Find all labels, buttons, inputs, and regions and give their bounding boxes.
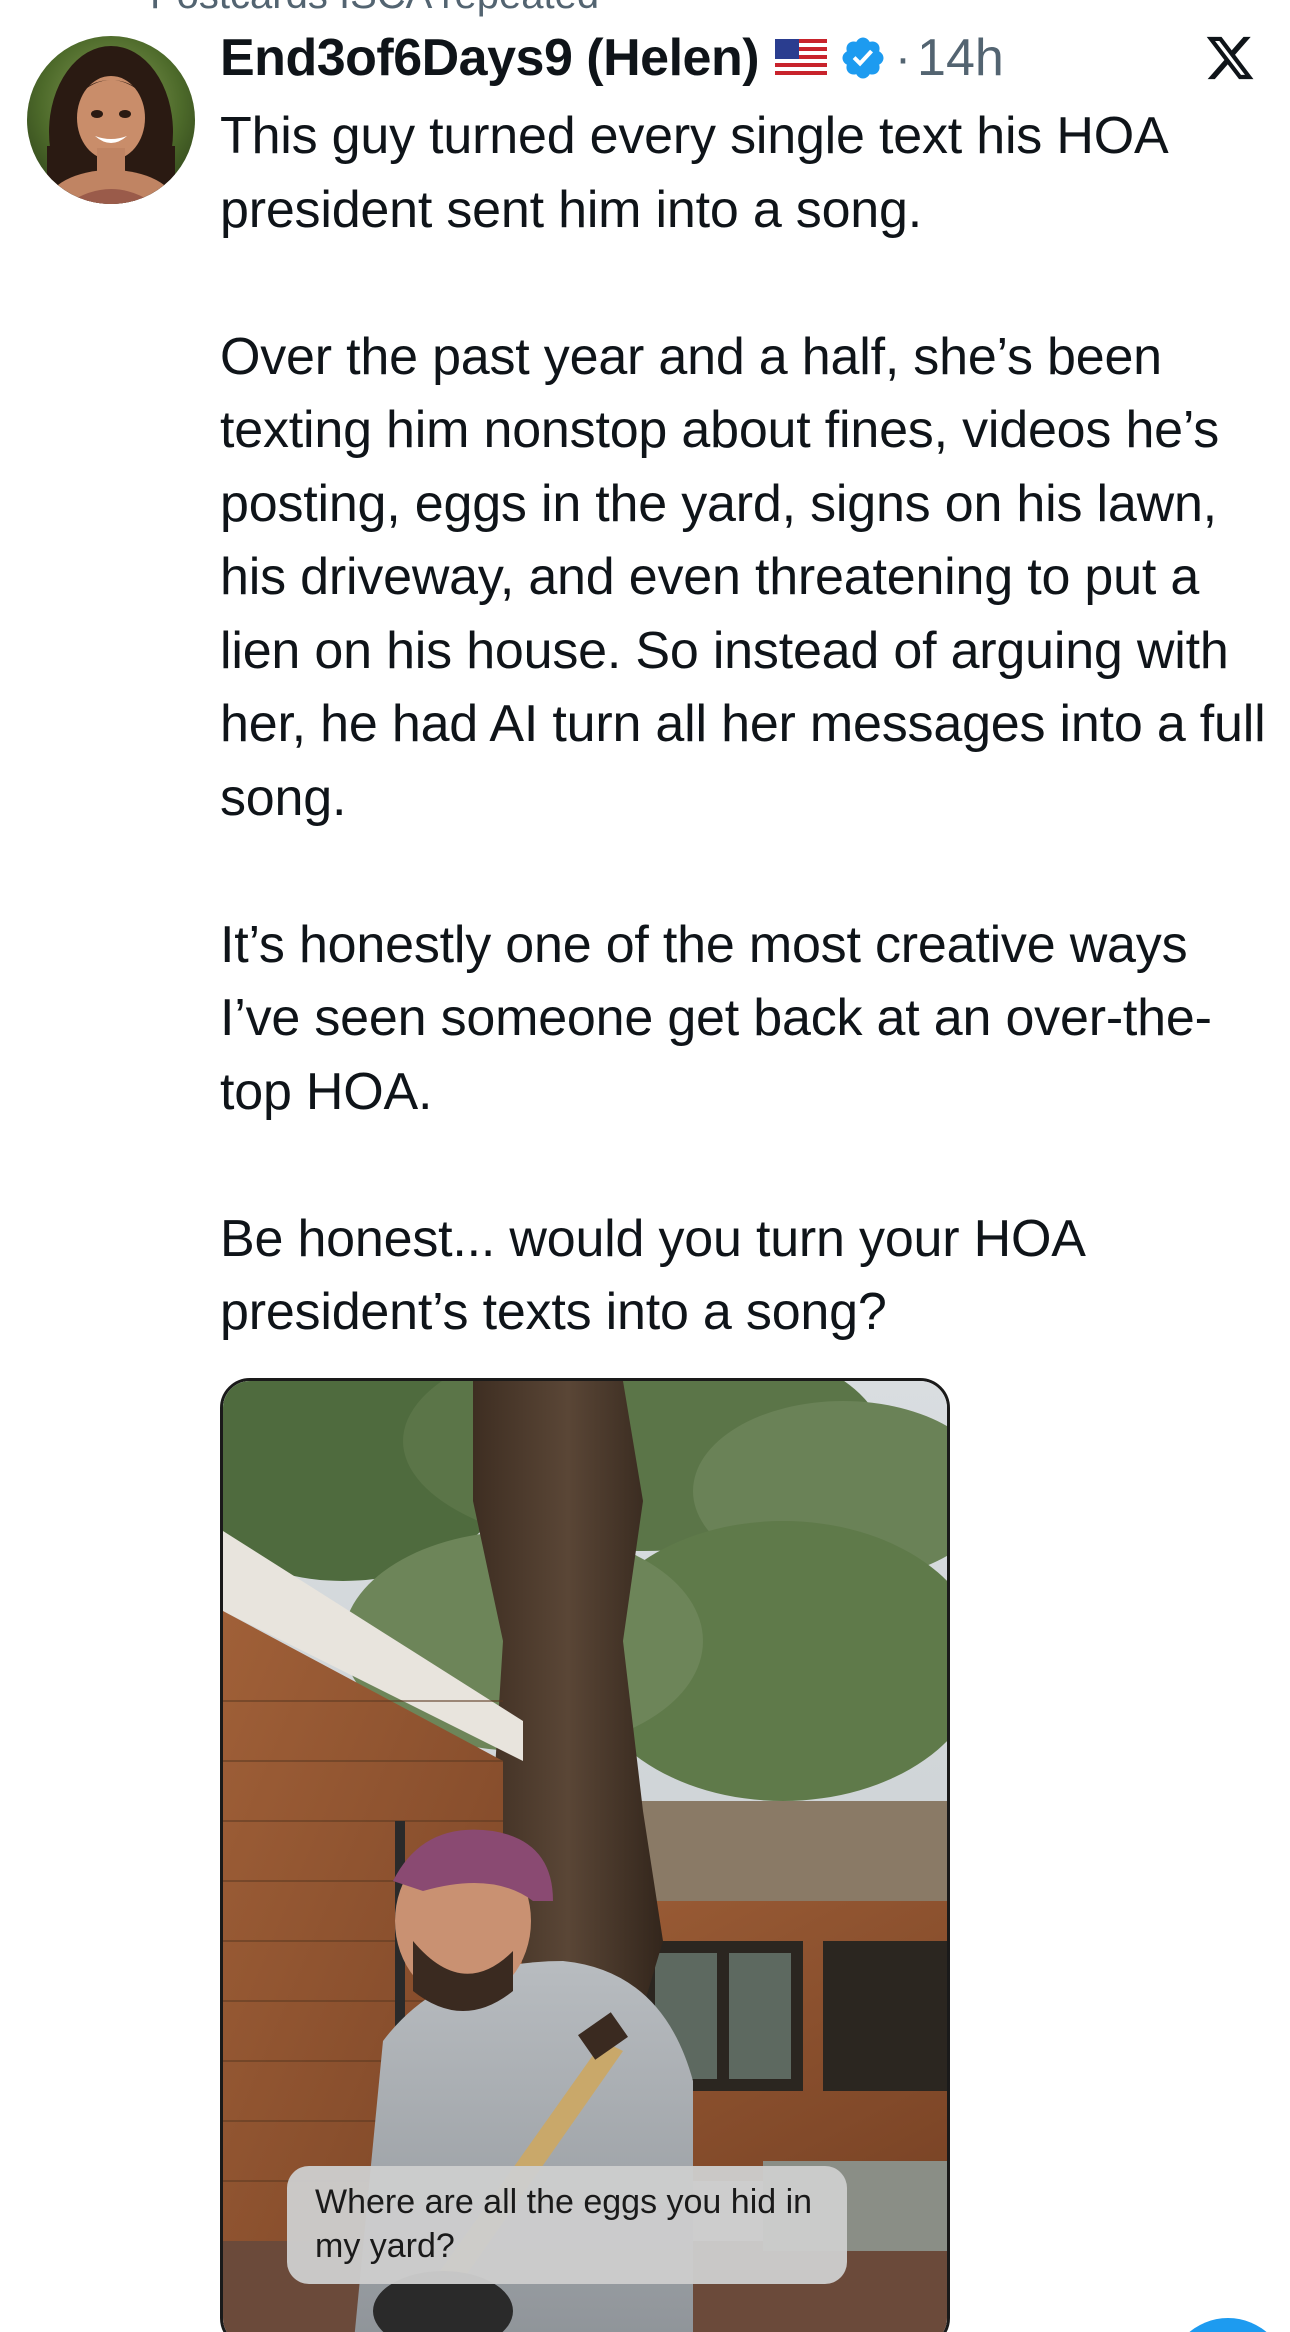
avatar-image	[27, 36, 195, 204]
post-body: This guy turned every single text his HO…	[220, 100, 1280, 1423]
post-media-video[interactable]: Where are all the eggs you hid in my yar…	[220, 1378, 950, 2332]
repost-header[interactable]: Postcards ISCA repeated	[150, 0, 599, 17]
separator-dot: ·	[895, 31, 912, 85]
video-caption-bubble: Where are all the eggs you hid in my yar…	[287, 2166, 847, 2284]
video-caption-text: Where are all the eggs you hid in my yar…	[315, 2183, 813, 2265]
display-name[interactable]: End3of6Days9 (Helen)	[220, 28, 760, 88]
repost-header-text: Postcards ISCA repeated	[150, 0, 599, 18]
post-header: End3of6Days9 (Helen) · 14h	[220, 22, 1004, 94]
x-logo-icon[interactable]	[1204, 32, 1256, 84]
post-paragraph-2: Over the past year and a half, she’s bee…	[220, 327, 1266, 827]
post-paragraph-3: It’s honestly one of the most creative w…	[220, 915, 1212, 1121]
post-paragraph-4: Be honest... would you turn your HOA pre…	[220, 1209, 1083, 1342]
post-paragraph-1: This guy turned every single text his HO…	[220, 107, 1166, 239]
timestamp[interactable]: 14h	[917, 28, 1004, 88]
verified-badge-icon[interactable]	[839, 34, 887, 82]
compose-fab-button[interactable]	[1168, 2318, 1288, 2332]
post-page: Postcards ISCA repeated End3of	[0, 0, 1290, 2332]
avatar[interactable]	[27, 36, 195, 204]
us-flag-icon	[775, 39, 828, 77]
